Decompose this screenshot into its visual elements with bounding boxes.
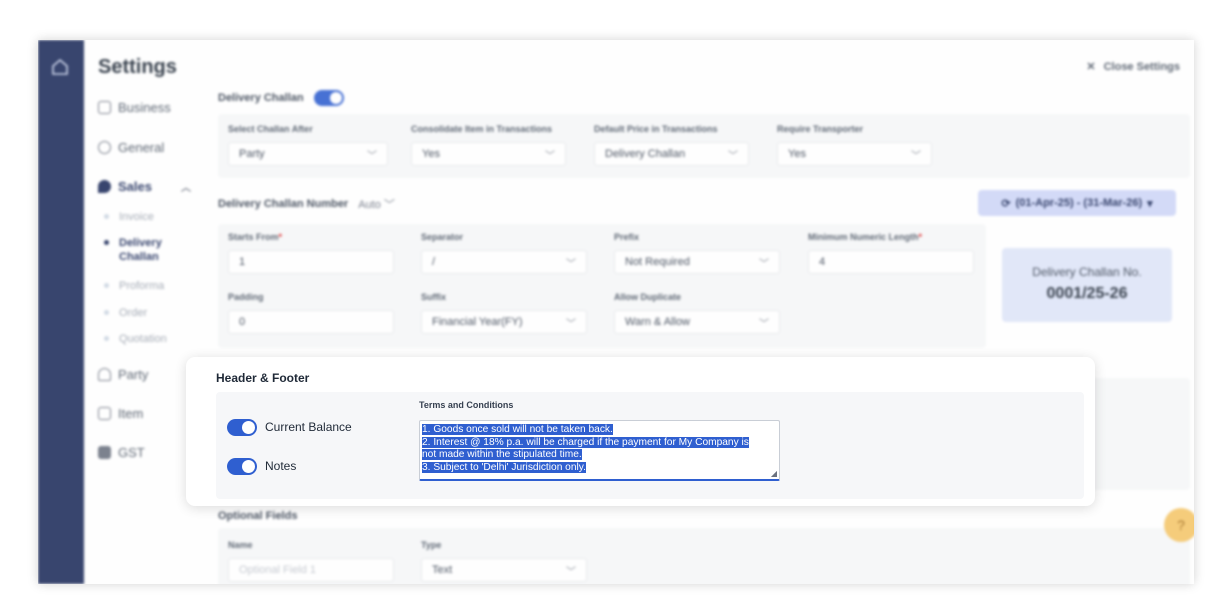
terms-line-text: 1. Goods once sold will not be taken bac… xyxy=(422,424,613,435)
resize-handle-icon[interactable]: ◢ xyxy=(771,469,777,478)
terms-line: not made within the stipulated time. xyxy=(422,449,777,462)
header-footer-card: Header & Footer Current Balance Notes Te… xyxy=(186,357,1095,506)
terms-line: 2. Interest @ 18% p.a. will be charged i… xyxy=(422,436,777,450)
header-footer-panel: Current Balance Notes Terms and Conditio… xyxy=(216,392,1084,499)
terms-line-text: 2. Interest @ 18% p.a. will be charged i… xyxy=(422,436,749,448)
terms-line: 3. Subject to 'Delhi' Jurisdiction only. xyxy=(422,461,777,475)
current-balance-label: Current Balance xyxy=(265,420,352,434)
terms-line-text: 3. Subject to 'Delhi' Jurisdiction only. xyxy=(422,461,586,473)
notes-label: Notes xyxy=(265,459,297,473)
card-title: Header & Footer xyxy=(216,371,310,385)
terms-line-text: not made within the stipulated time. xyxy=(422,449,582,461)
terms-line: 1. Goods once sold will not be taken bac… xyxy=(422,424,777,437)
current-balance-toggle[interactable] xyxy=(227,419,257,436)
terms-textarea[interactable]: 1. Goods once sold will not be taken bac… xyxy=(419,420,780,481)
notes-toggle[interactable] xyxy=(227,458,257,475)
terms-label: Terms and Conditions xyxy=(419,400,514,410)
